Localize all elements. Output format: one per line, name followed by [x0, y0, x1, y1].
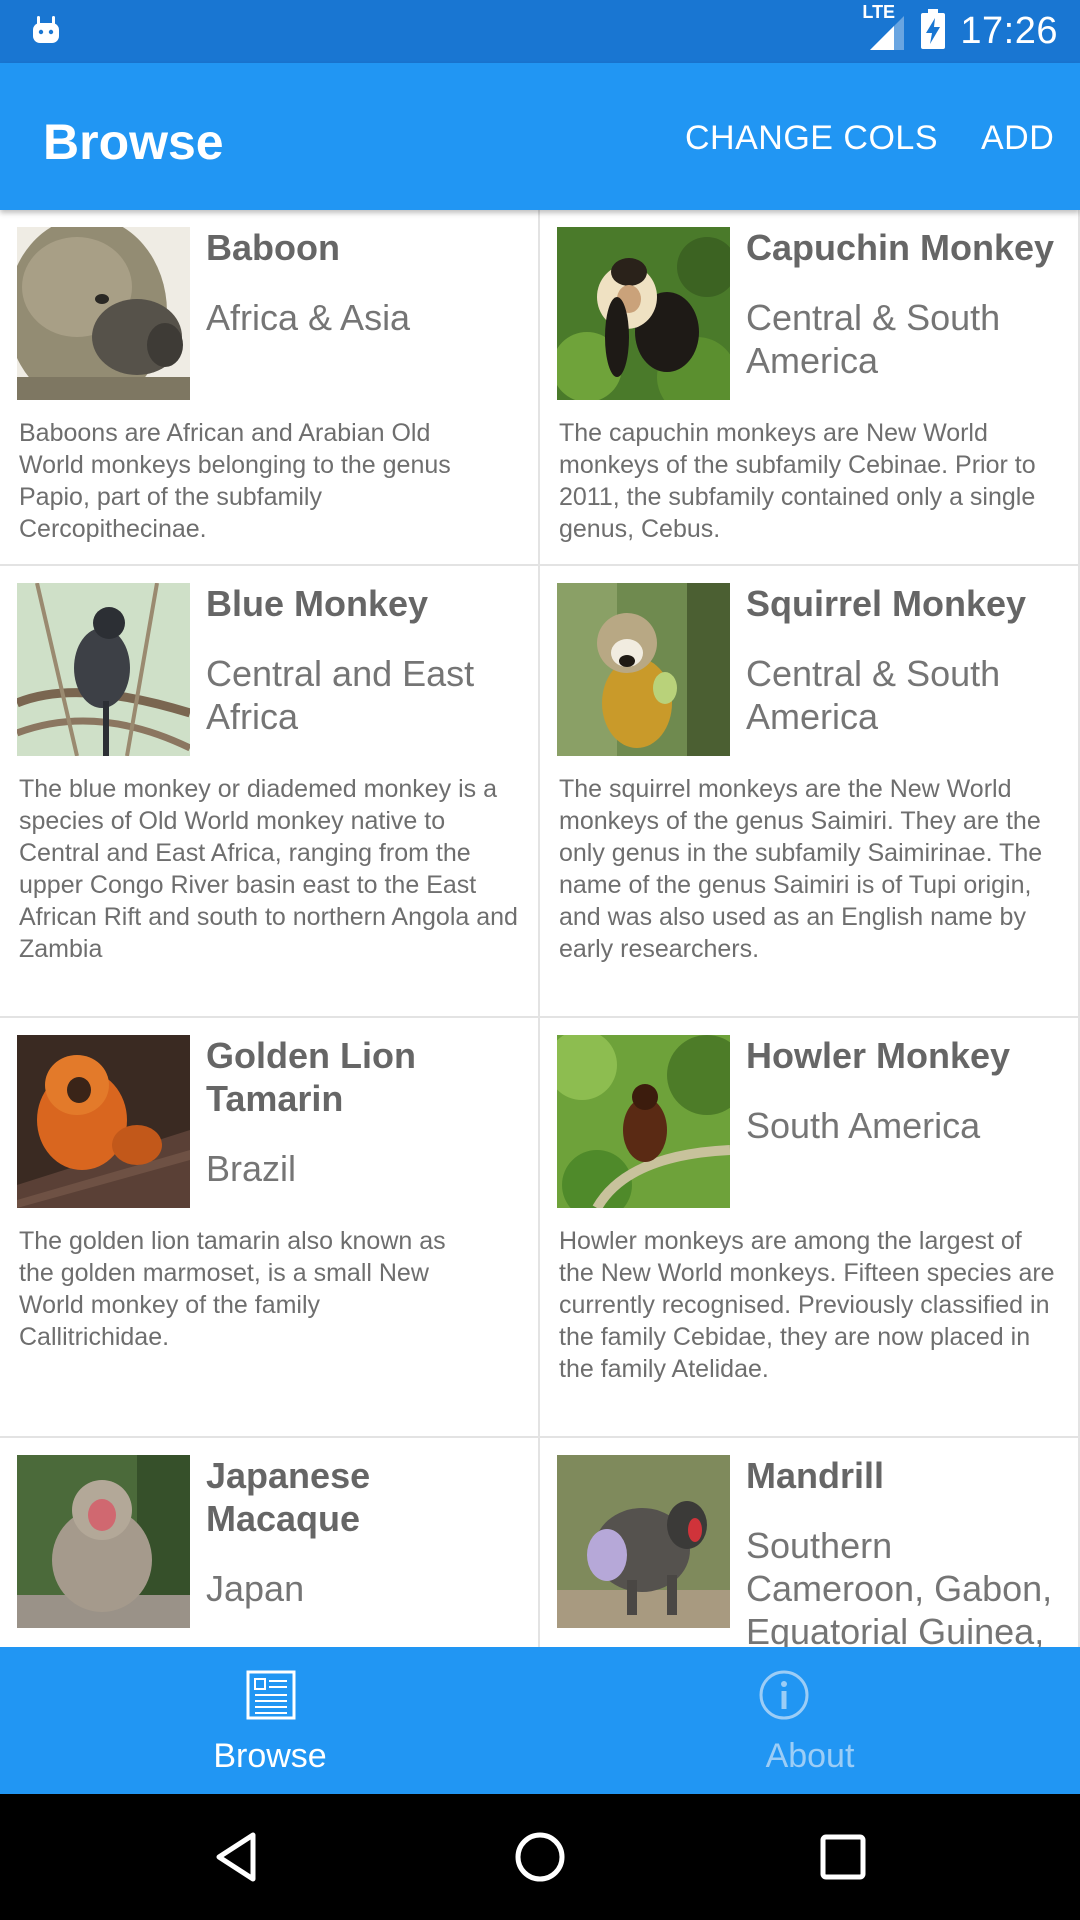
card-region: South America: [746, 1105, 981, 1146]
back-icon[interactable]: [207, 1827, 267, 1887]
card-description: The blue monkey or diademed monkey is a …: [19, 775, 518, 963]
info-icon: [758, 1669, 810, 1721]
card-mandrill[interactable]: Mandrill Southern Cameroon, Gabon, Equat…: [540, 1438, 1080, 1647]
recents-icon[interactable]: [813, 1827, 873, 1887]
card-squirrel-monkey[interactable]: Squirrel Monkey Central & South America …: [540, 566, 1080, 1018]
screen: LTE 17:26 Browse CHANGE COLS ADD Baboon …: [0, 0, 1080, 1920]
change-cols-button[interactable]: CHANGE COLS: [685, 119, 938, 158]
animal-grid[interactable]: Baboon Africa & Asia Baboons are African…: [0, 210, 1080, 1647]
mandrill-photo: [557, 1455, 730, 1628]
card-title: Golden Lion Tamarin: [206, 1035, 416, 1119]
nav-browse-label: Browse: [213, 1737, 327, 1775]
golden-lion-tamarin-photo: [17, 1035, 190, 1208]
page-title: Browse: [43, 114, 224, 170]
capuchin-monkey-photo: [557, 227, 730, 400]
card-title: Squirrel Monkey: [746, 583, 1027, 624]
japanese-macaque-photo: [17, 1455, 190, 1628]
card-description: Howler monkeys are among the largest of …: [559, 1227, 1055, 1383]
card-region: Brazil: [206, 1148, 297, 1189]
squirrel-monkey-photo: [557, 583, 730, 756]
card-title: Blue Monkey: [206, 583, 429, 624]
card-region: Central & South America: [746, 653, 1001, 737]
howler-monkey-photo: [557, 1035, 730, 1208]
bottom-navigation: Browse About: [0, 1647, 1080, 1794]
card-description: Baboons are African and Arabian Old Worl…: [19, 419, 451, 543]
nav-browse[interactable]: Browse: [0, 1647, 540, 1794]
card-region: Central & South America: [746, 297, 1001, 381]
system-navigation-bar: [0, 1794, 1080, 1920]
card-title: Howler Monkey: [746, 1035, 1011, 1076]
status-bar: LTE 17:26: [0, 0, 1080, 63]
card-description: The squirrel monkeys are the New World m…: [559, 775, 1043, 963]
card-region: Southern Cameroon, Gabon, Equatorial Gui…: [746, 1525, 1053, 1647]
card-title: Baboon: [206, 227, 340, 268]
card-description: The capuchin monkeys are New World monke…: [559, 419, 1036, 543]
card-title: Mandrill: [746, 1455, 885, 1496]
nav-about-label: About: [765, 1737, 855, 1775]
card-japanese-macaque[interactable]: Japanese Macaque Japan: [0, 1438, 540, 1647]
home-icon[interactable]: [510, 1827, 570, 1887]
browse-list-icon: [245, 1669, 297, 1721]
card-blue-monkey[interactable]: Blue Monkey Central and East Africa The …: [0, 566, 540, 1018]
nav-about[interactable]: About: [540, 1647, 1080, 1794]
card-region: Africa & Asia: [206, 297, 411, 338]
battery-charging-icon: [920, 9, 946, 54]
card-baboon[interactable]: Baboon Africa & Asia Baboons are African…: [0, 210, 540, 566]
blue-monkey-photo: [17, 583, 190, 756]
card-title: Capuchin Monkey: [746, 227, 1055, 268]
baboon-photo: [17, 227, 190, 400]
add-button[interactable]: ADD: [981, 119, 1054, 158]
card-region: Japan: [206, 1568, 305, 1609]
card-description: The golden lion tamarin also known as th…: [19, 1227, 446, 1351]
card-howler-monkey[interactable]: Howler Monkey South America Howler monke…: [540, 1018, 1080, 1438]
card-golden-lion-tamarin[interactable]: Golden Lion Tamarin Brazil The golden li…: [0, 1018, 540, 1438]
card-title: Japanese Macaque: [206, 1455, 371, 1539]
clock: 17:26: [960, 10, 1058, 52]
signal-icon: LTE: [858, 2, 906, 52]
android-icon: [30, 13, 62, 50]
card-region: Central and East Africa: [206, 653, 475, 737]
card-capuchin-monkey[interactable]: Capuchin Monkey Central & South America …: [540, 210, 1080, 566]
app-bar: Browse CHANGE COLS ADD: [0, 63, 1080, 210]
